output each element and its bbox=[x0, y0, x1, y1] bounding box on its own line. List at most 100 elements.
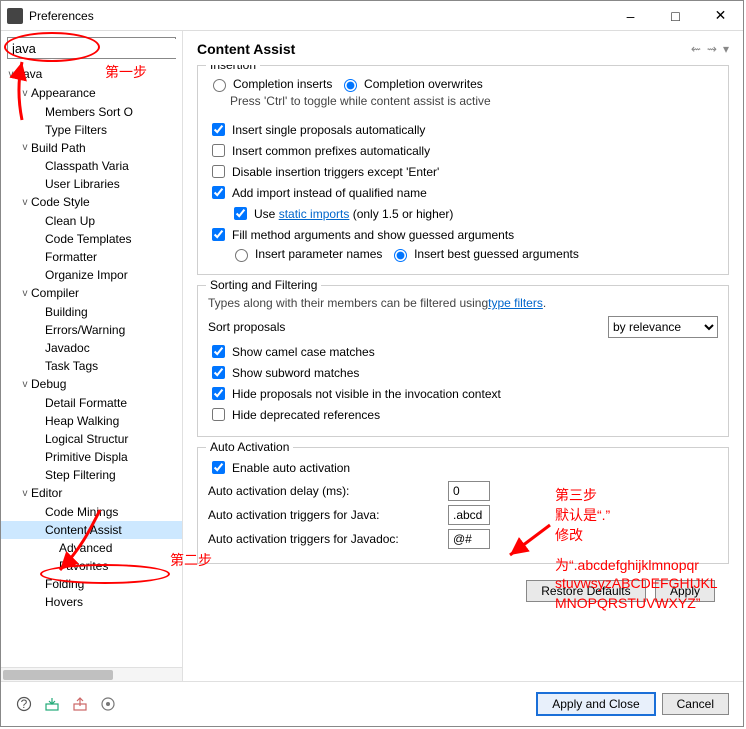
cb-subword[interactable] bbox=[212, 366, 225, 379]
expand-icon[interactable]: v bbox=[19, 486, 31, 502]
auto-delay-input[interactable] bbox=[448, 481, 490, 501]
tree-errors-warnings[interactable]: Errors/Warning bbox=[45, 322, 125, 338]
tree-task-tags[interactable]: Task Tags bbox=[45, 358, 98, 374]
tree-clean-up[interactable]: Clean Up bbox=[45, 213, 95, 229]
tree-content-assist[interactable]: Content Assist bbox=[45, 522, 122, 538]
expand-icon[interactable]: v bbox=[19, 140, 31, 156]
cb-insert-common[interactable] bbox=[212, 144, 225, 157]
cb-use-static-imports[interactable] bbox=[234, 207, 247, 220]
minimize-button[interactable]: – bbox=[608, 1, 653, 31]
cb-enable-auto-activation[interactable] bbox=[212, 461, 225, 474]
tree-heap-walking[interactable]: Heap Walking bbox=[45, 413, 119, 429]
auto-java-input[interactable] bbox=[448, 505, 490, 525]
group-sorting-legend: Sorting and Filtering bbox=[206, 278, 321, 292]
tree-build-path[interactable]: Build Path bbox=[31, 140, 86, 156]
tree-primitive-display[interactable]: Primitive Displa bbox=[45, 449, 128, 465]
oomph-icon[interactable] bbox=[99, 695, 117, 713]
group-auto-legend: Auto Activation bbox=[206, 440, 293, 454]
cb-hide-deprecated-label: Hide deprecated references bbox=[232, 408, 380, 422]
auto-java-label: Auto activation triggers for Java: bbox=[208, 508, 448, 522]
cb-hide-deprecated[interactable] bbox=[212, 408, 225, 421]
ctrl-toggle-note: Press 'Ctrl' to toggle while content ass… bbox=[230, 94, 718, 108]
radio-completion-overwrites[interactable] bbox=[344, 79, 357, 92]
expand-icon[interactable]: v bbox=[19, 195, 31, 211]
maximize-button[interactable]: □ bbox=[653, 1, 698, 31]
tree-advanced[interactable]: Advanced bbox=[59, 540, 112, 556]
tree-detail-formatters[interactable]: Detail Formatte bbox=[45, 395, 127, 411]
tree-compiler[interactable]: Compiler bbox=[31, 285, 79, 301]
cb-camel-case[interactable] bbox=[212, 345, 225, 358]
cb-insert-common-label: Insert common prefixes automatically bbox=[232, 144, 430, 158]
tree-appearance[interactable]: Appearance bbox=[31, 85, 96, 101]
apply-and-close-button[interactable]: Apply and Close bbox=[536, 692, 655, 716]
tree-java[interactable]: Java bbox=[17, 66, 42, 82]
filter-input[interactable] bbox=[8, 39, 183, 58]
tree-logical-structures[interactable]: Logical Structur bbox=[45, 431, 128, 447]
import-prefs-icon[interactable] bbox=[43, 695, 61, 713]
cb-disable-triggers[interactable] bbox=[212, 165, 225, 178]
group-sorting: Sorting and Filtering Types along with t… bbox=[197, 285, 729, 437]
auto-javadoc-input[interactable] bbox=[448, 529, 490, 549]
group-insertion: Insertion Completion inserts Completion … bbox=[197, 65, 729, 275]
cb-add-import[interactable] bbox=[212, 186, 225, 199]
sort-proposals-select[interactable]: by relevance bbox=[608, 316, 718, 338]
auto-delay-label: Auto activation delay (ms): bbox=[208, 484, 448, 498]
radio-param-names-label: Insert parameter names bbox=[255, 247, 382, 261]
page-title: Content Assist bbox=[197, 41, 685, 57]
tree-favorites[interactable]: Favorites bbox=[59, 558, 108, 574]
cb-use-static-imports-label: Use static imports (only 1.5 or higher) bbox=[254, 207, 453, 221]
tree-formatter[interactable]: Formatter bbox=[45, 249, 97, 265]
tree-step-filtering[interactable]: Step Filtering bbox=[45, 467, 116, 483]
tree-building[interactable]: Building bbox=[45, 304, 88, 320]
tree-code-style[interactable]: Code Style bbox=[31, 194, 90, 210]
tree-folding[interactable]: Folding bbox=[45, 576, 84, 592]
titlebar: Preferences – □ ✕ bbox=[1, 1, 743, 31]
window-title: Preferences bbox=[29, 9, 608, 23]
cb-disable-triggers-label: Disable insertion triggers except 'Enter… bbox=[232, 165, 439, 179]
nav-forward-icon[interactable]: ⇝ bbox=[707, 42, 717, 56]
cb-hide-invocation-label: Hide proposals not visible in the invoca… bbox=[232, 387, 501, 401]
filter-search[interactable]: ✕ bbox=[7, 37, 176, 59]
cb-fill-method-args[interactable] bbox=[212, 228, 225, 241]
group-auto-activation: Auto Activation Enable auto activation A… bbox=[197, 447, 729, 564]
radio-best-guessed[interactable] bbox=[394, 249, 407, 262]
expand-icon[interactable]: v bbox=[19, 377, 31, 393]
tree-classpath-var[interactable]: Classpath Varia bbox=[45, 158, 129, 174]
cancel-button[interactable]: Cancel bbox=[662, 693, 729, 715]
apply-button[interactable]: Apply bbox=[655, 580, 715, 602]
tree-user-libraries[interactable]: User Libraries bbox=[45, 176, 120, 192]
help-icon[interactable]: ? bbox=[15, 695, 33, 713]
preferences-tree[interactable]: vJava vAppearance Members Sort O Type Fi… bbox=[1, 63, 182, 667]
tree-members-sort[interactable]: Members Sort O bbox=[45, 104, 133, 120]
radio-best-guessed-label: Insert best guessed arguments bbox=[414, 247, 579, 261]
expand-icon[interactable]: v bbox=[5, 67, 17, 83]
tree-code-templates[interactable]: Code Templates bbox=[45, 231, 132, 247]
export-prefs-icon[interactable] bbox=[71, 695, 89, 713]
link-type-filters[interactable]: type filters bbox=[488, 296, 543, 310]
cb-subword-label: Show subword matches bbox=[232, 366, 359, 380]
tree-javadoc[interactable]: Javadoc bbox=[45, 340, 90, 356]
sort-proposals-label: Sort proposals bbox=[208, 320, 285, 334]
tree-editor[interactable]: Editor bbox=[31, 485, 62, 501]
tree-code-minings[interactable]: Code Minings bbox=[45, 504, 118, 520]
radio-param-names[interactable] bbox=[235, 249, 248, 262]
tree-hovers[interactable]: Hovers bbox=[45, 594, 83, 610]
tree-type-filters[interactable]: Type Filters bbox=[45, 122, 107, 138]
expand-icon[interactable]: v bbox=[19, 86, 31, 102]
close-button[interactable]: ✕ bbox=[698, 1, 743, 31]
tree-organize-imports[interactable]: Organize Impor bbox=[45, 267, 128, 283]
nav-back-icon[interactable]: ⇜ bbox=[691, 42, 701, 56]
tree-horizontal-scrollbar[interactable] bbox=[1, 667, 182, 681]
nav-dropdown-icon[interactable]: ▾ bbox=[723, 42, 729, 56]
cb-enable-auto-label: Enable auto activation bbox=[232, 461, 350, 475]
radio-completion-inserts-label: Completion inserts bbox=[233, 77, 332, 91]
cb-fill-method-args-label: Fill method arguments and show guessed a… bbox=[232, 228, 514, 242]
expand-icon[interactable]: v bbox=[19, 286, 31, 302]
radio-completion-inserts[interactable] bbox=[213, 79, 226, 92]
tree-debug[interactable]: Debug bbox=[31, 376, 66, 392]
cb-insert-single[interactable] bbox=[212, 123, 225, 136]
restore-defaults-button[interactable]: Restore Defaults bbox=[526, 580, 645, 602]
app-icon bbox=[7, 8, 23, 24]
cb-hide-invocation[interactable] bbox=[212, 387, 225, 400]
link-static-imports[interactable]: static imports bbox=[279, 207, 350, 221]
